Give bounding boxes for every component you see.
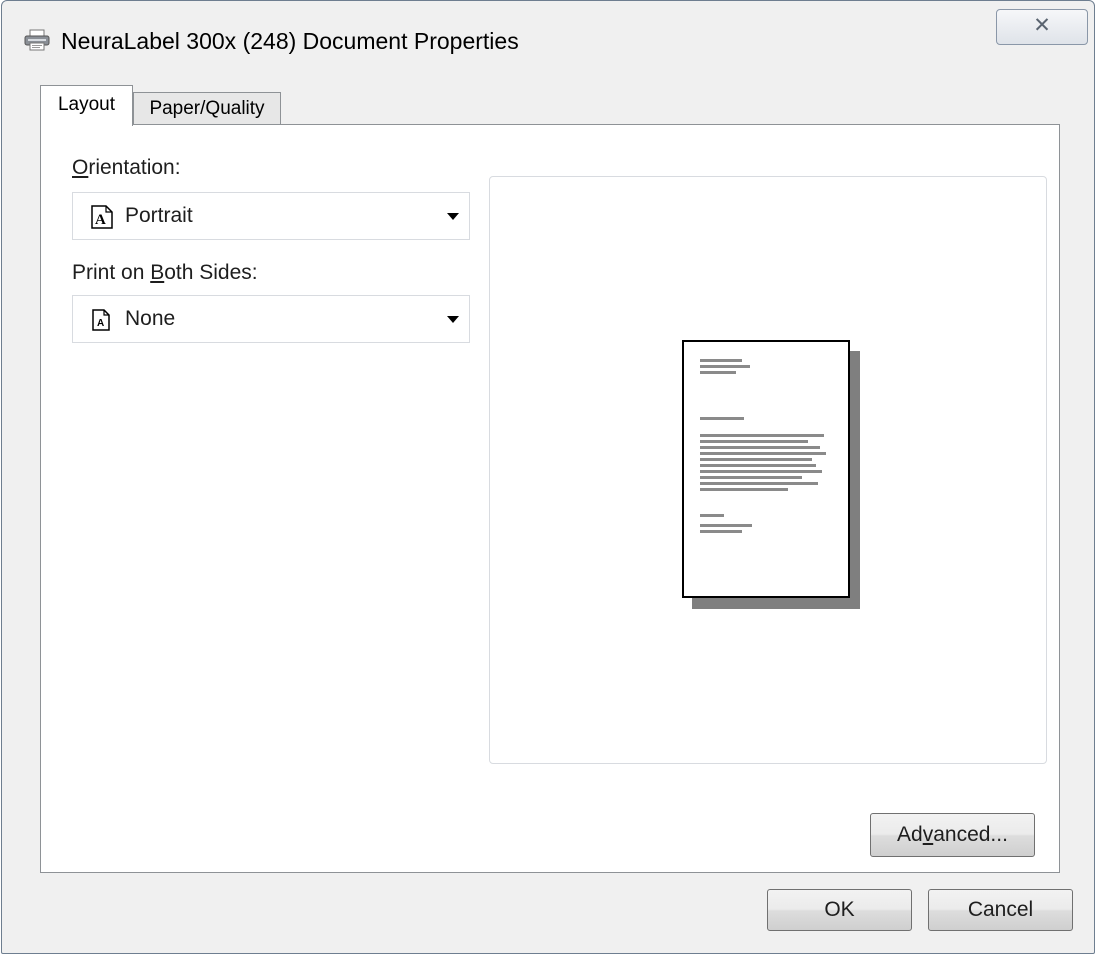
svg-text:A: A [97,318,104,329]
printer-icon [24,29,50,51]
print-both-sides-select[interactable]: A None [72,295,470,343]
tab-paper-quality[interactable]: Paper/Quality [133,92,281,125]
single-sided-page-icon: A [91,308,111,337]
tab-layout[interactable]: Layout [40,85,133,126]
orientation-value: Portrait [125,204,193,227]
print-both-sides-label: Print on Both Sides: [72,261,258,284]
document-properties-dialog: NeuraLabel 300x (248) Document Propertie… [1,0,1095,954]
close-icon: ✕ [1033,14,1051,37]
advanced-button[interactable]: Advanced... [870,813,1035,857]
cancel-button[interactable]: Cancel [928,889,1073,931]
print-both-sides-value: None [125,307,176,330]
document-preview-icon [682,340,850,598]
title-bar: NeuraLabel 300x (248) Document Propertie… [2,1,1094,63]
close-button[interactable]: ✕ [996,9,1088,45]
orientation-select[interactable]: A Portrait [72,192,470,240]
portrait-page-icon: A [91,205,113,234]
orientation-label: Orientation: [72,156,181,179]
chevron-down-icon [447,213,459,220]
svg-text:A: A [95,212,106,228]
chevron-down-icon [447,316,459,323]
ok-button[interactable]: OK [767,889,912,931]
window-title: NeuraLabel 300x (248) Document Propertie… [61,28,519,54]
